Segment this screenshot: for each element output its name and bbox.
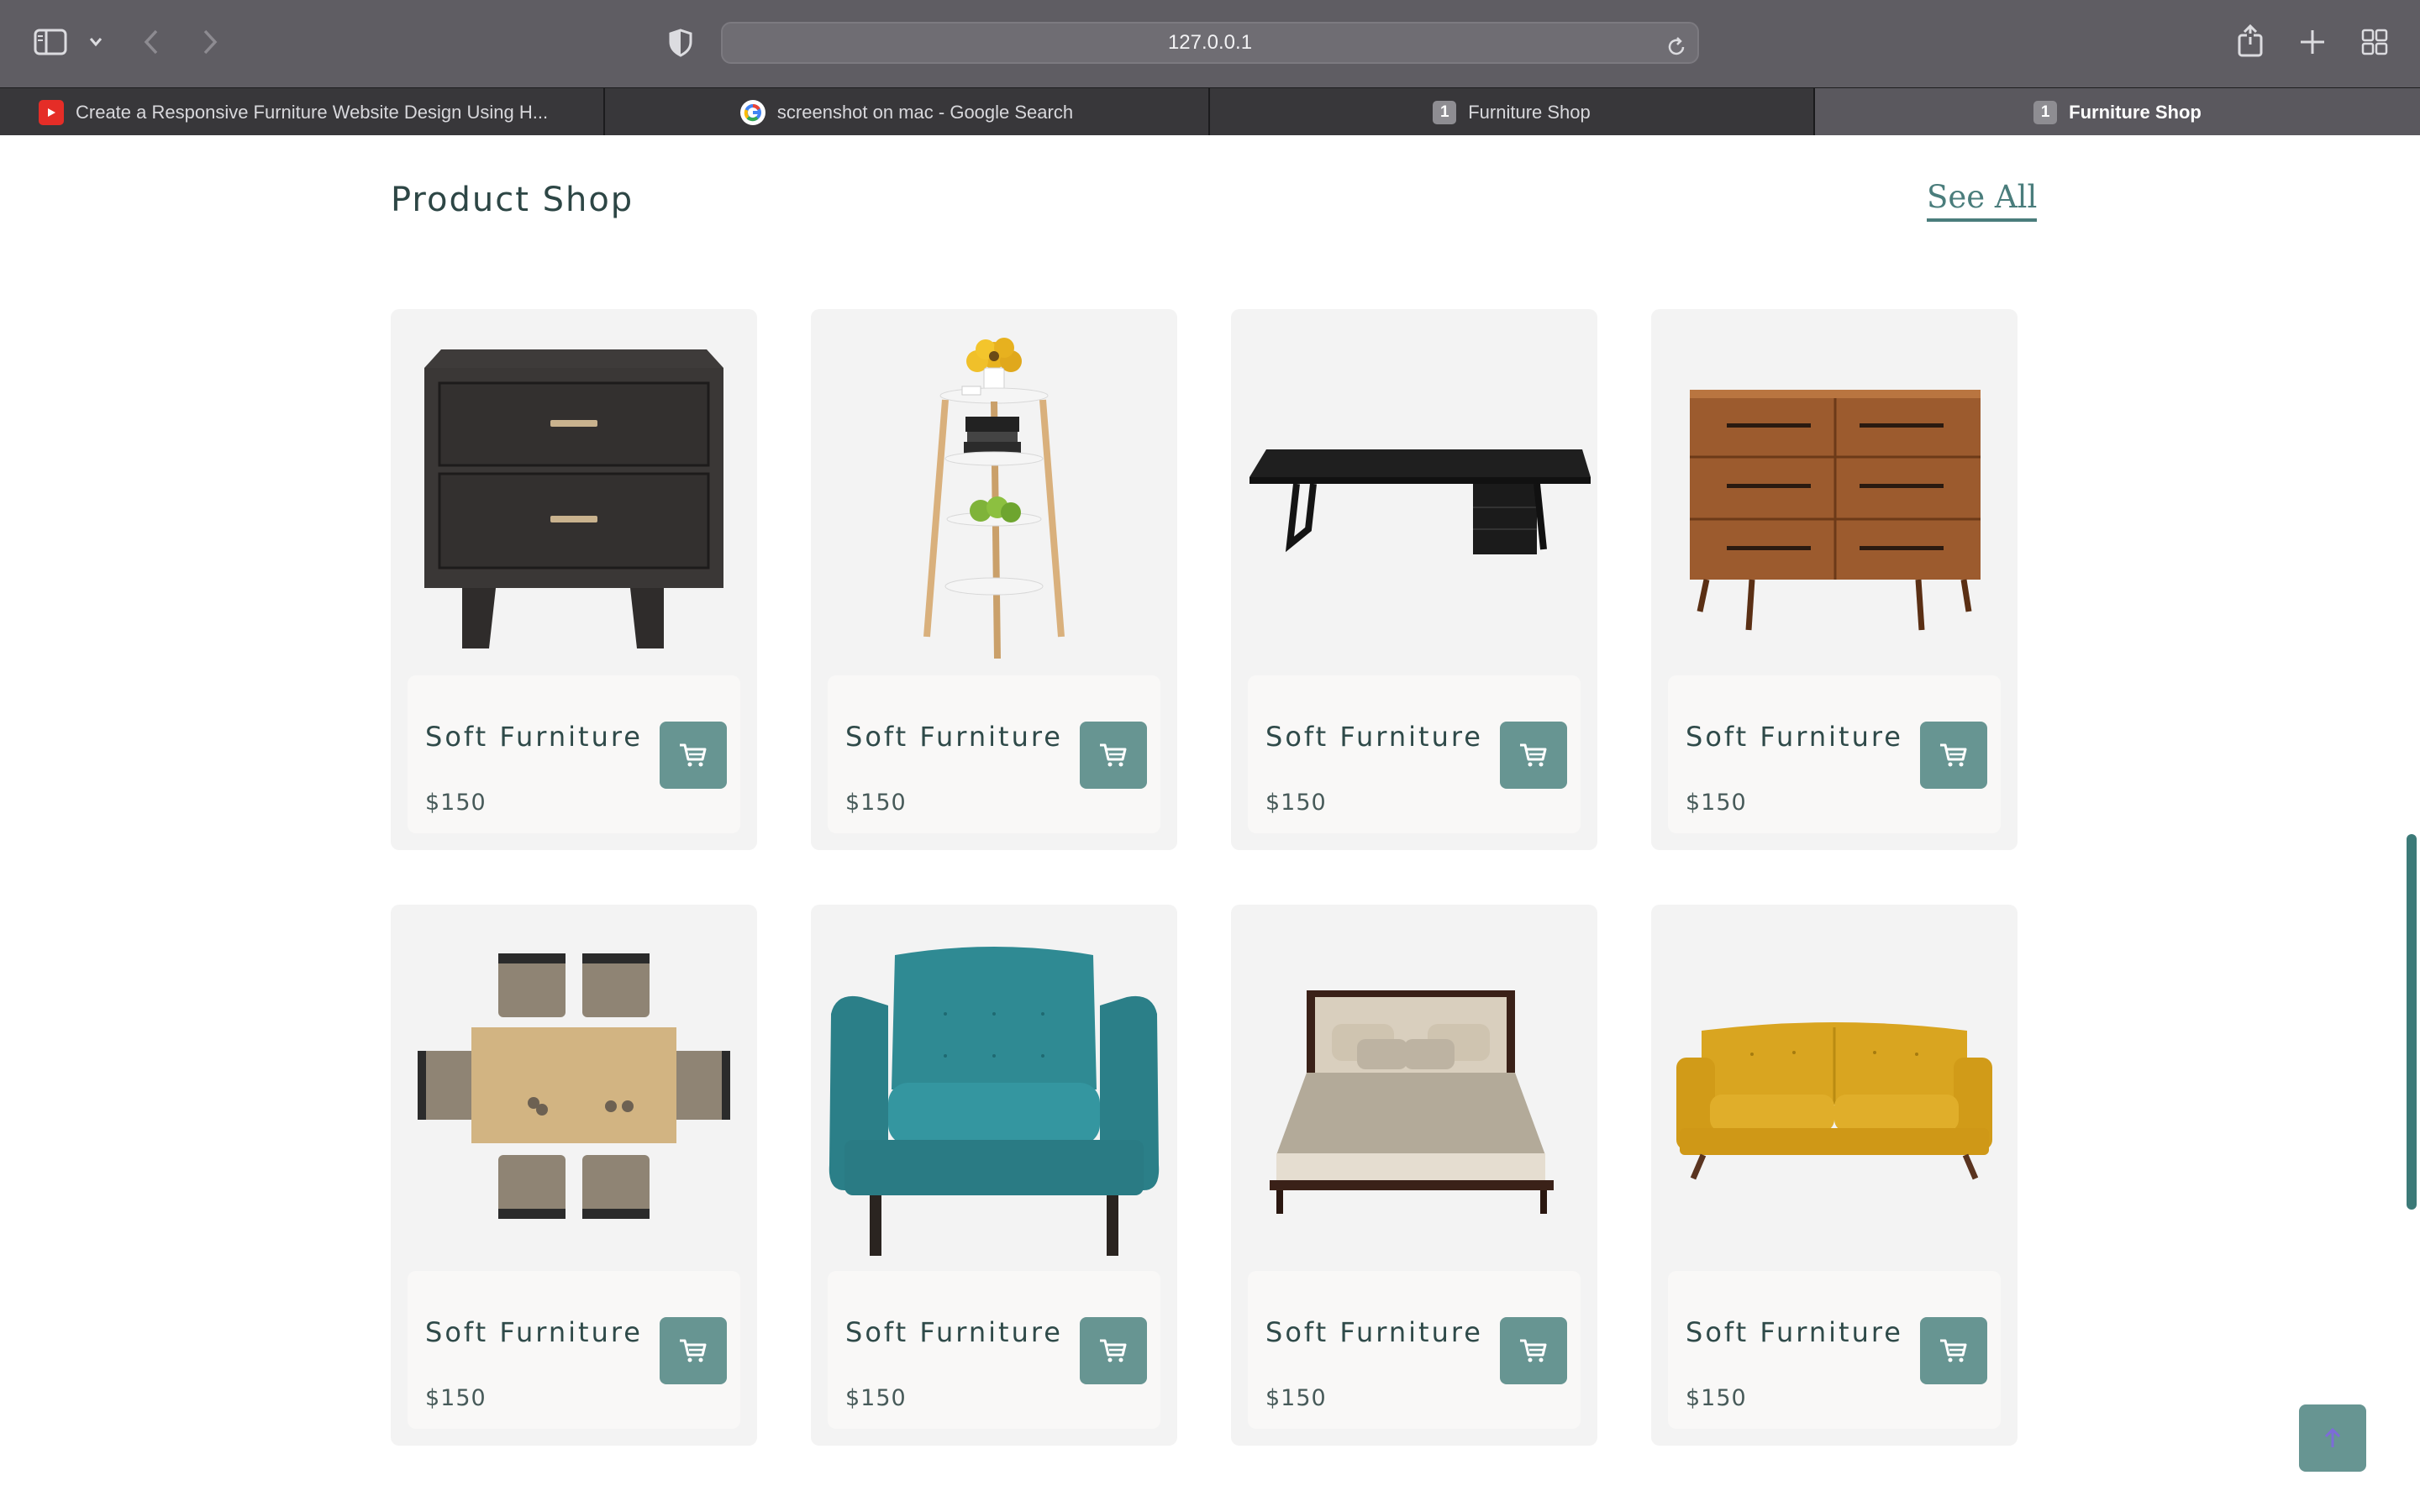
- cart-icon: [1100, 1339, 1127, 1362]
- tab-furniture-shop[interactable]: 1 Furniture Shop: [1210, 88, 1815, 136]
- tab-youtube[interactable]: Create a Responsive Furniture Website De…: [0, 88, 605, 136]
- page-number-icon: 1: [1433, 100, 1457, 124]
- product-name: Soft Furniture: [1265, 1316, 1483, 1348]
- share-icon[interactable]: [2237, 24, 2264, 57]
- product-info: Soft Furniture $150: [828, 675, 1160, 833]
- cart-icon: [680, 743, 707, 767]
- tab-google-search[interactable]: screenshot on mac - Google Search: [605, 88, 1210, 136]
- product-card[interactable]: Soft Furniture $150: [391, 905, 757, 1446]
- tab-overview-icon[interactable]: [2361, 29, 2388, 55]
- add-to-cart-button[interactable]: [1080, 1317, 1147, 1384]
- scroll-to-top-button[interactable]: [2299, 1404, 2366, 1472]
- add-to-cart-button[interactable]: [1080, 722, 1147, 789]
- add-to-cart-button[interactable]: [1920, 1317, 1987, 1384]
- product-price: $150: [425, 790, 487, 816]
- product-price: $150: [845, 1385, 907, 1411]
- sofa-image: [1651, 905, 2018, 1271]
- reload-icon[interactable]: [1665, 33, 1687, 71]
- desk-image: [1231, 309, 1597, 675]
- product-card[interactable]: Soft Furniture $150: [1651, 309, 2018, 850]
- cart-icon: [1520, 743, 1547, 767]
- product-card[interactable]: Soft Furniture $150: [391, 309, 757, 850]
- section-title: Product Shop: [391, 181, 634, 219]
- product-info: Soft Furniture $150: [1668, 1271, 2001, 1429]
- tab-bar: Create a Responsive Furniture Website De…: [0, 87, 2420, 136]
- dining-set-image: [391, 905, 757, 1271]
- forward-icon[interactable]: [202, 29, 218, 55]
- product-card[interactable]: Soft Furniture $150: [1231, 309, 1597, 850]
- product-name: Soft Furniture: [845, 1316, 1063, 1348]
- product-price: $150: [1265, 790, 1327, 816]
- arrow-up-icon: [2324, 1427, 2341, 1447]
- cart-icon: [1940, 743, 1967, 767]
- product-name: Soft Furniture: [1265, 721, 1483, 753]
- armchair-image: [811, 905, 1177, 1271]
- dresser-image: [1651, 309, 2018, 675]
- tab-title: Create a Responsive Furniture Website De…: [76, 101, 549, 123]
- tab-title: Furniture Shop: [1468, 101, 1591, 123]
- nightstand-image: [391, 309, 757, 675]
- side-table-image: [811, 309, 1177, 675]
- tab-title: screenshot on mac - Google Search: [776, 101, 1074, 123]
- page-content: Product Shop See All Soft Furniture $150: [0, 135, 2420, 1512]
- product-name: Soft Furniture: [425, 721, 643, 753]
- chevron-down-icon[interactable]: [89, 37, 103, 47]
- url-text: 127.0.0.1: [1167, 31, 1253, 54]
- product-card[interactable]: Soft Furniture $150: [811, 905, 1177, 1446]
- product-name: Soft Furniture: [1686, 721, 1903, 753]
- product-price: $150: [1686, 1385, 1747, 1411]
- sidebar-toggle-icon[interactable]: [34, 29, 67, 55]
- page-number-icon: 1: [2033, 100, 2058, 124]
- youtube-icon: [39, 99, 64, 125]
- tab-title: Furniture Shop: [2069, 101, 2202, 123]
- privacy-shield-icon[interactable]: [668, 29, 693, 57]
- product-info: Soft Furniture $150: [408, 1271, 740, 1429]
- product-price: $150: [845, 790, 907, 816]
- new-tab-icon[interactable]: [2299, 29, 2326, 55]
- page-scrollbar[interactable]: [2407, 834, 2417, 1210]
- cart-icon: [1940, 1339, 1967, 1362]
- add-to-cart-button[interactable]: [1920, 722, 1987, 789]
- cart-icon: [1100, 743, 1127, 767]
- address-bar[interactable]: 127.0.0.1: [721, 22, 1699, 64]
- product-info: Soft Furniture $150: [1248, 1271, 1581, 1429]
- product-name: Soft Furniture: [425, 1316, 643, 1348]
- product-card[interactable]: Soft Furniture $150: [1231, 905, 1597, 1446]
- product-price: $150: [1265, 1385, 1327, 1411]
- bed-image: [1231, 905, 1597, 1271]
- add-to-cart-button[interactable]: [1500, 1317, 1567, 1384]
- product-card[interactable]: Soft Furniture $150: [1651, 905, 2018, 1446]
- product-price: $150: [1686, 790, 1747, 816]
- back-icon[interactable]: [143, 29, 160, 55]
- add-to-cart-button[interactable]: [660, 1317, 727, 1384]
- product-price: $150: [425, 1385, 487, 1411]
- product-info: Soft Furniture $150: [828, 1271, 1160, 1429]
- product-name: Soft Furniture: [845, 721, 1063, 753]
- add-to-cart-button[interactable]: [660, 722, 727, 789]
- product-info: Soft Furniture $150: [408, 675, 740, 833]
- google-icon: [739, 99, 765, 125]
- cart-icon: [680, 1339, 707, 1362]
- tab-furniture-shop-active[interactable]: 1 Furniture Shop: [1815, 88, 2420, 136]
- product-info: Soft Furniture $150: [1248, 675, 1581, 833]
- cart-icon: [1520, 1339, 1547, 1362]
- see-all-link[interactable]: See All: [1927, 179, 2038, 222]
- product-card[interactable]: Soft Furniture $150: [811, 309, 1177, 850]
- product-info: Soft Furniture $150: [1668, 675, 2001, 833]
- product-name: Soft Furniture: [1686, 1316, 1903, 1348]
- add-to-cart-button[interactable]: [1500, 722, 1567, 789]
- browser-toolbar: 127.0.0.1: [0, 0, 2420, 87]
